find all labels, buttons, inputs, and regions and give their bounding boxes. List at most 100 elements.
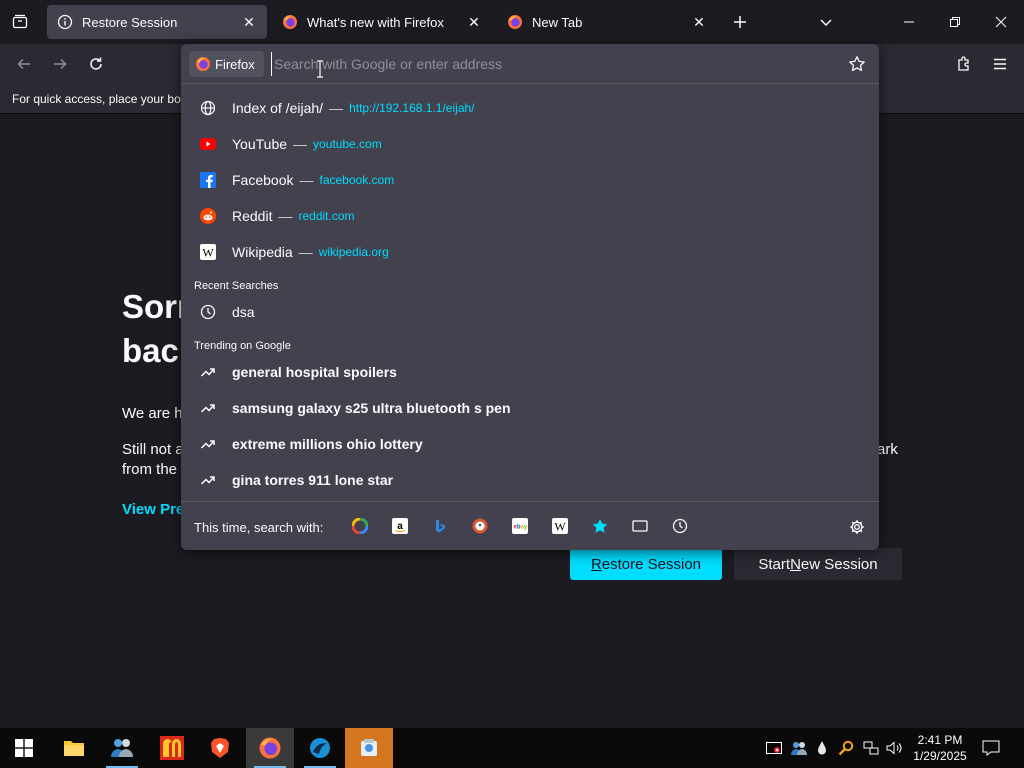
- network-icon: [863, 741, 879, 755]
- result-title: dsa: [232, 304, 255, 320]
- trending-item[interactable]: extreme millions ohio lottery: [181, 428, 879, 460]
- close-window-button[interactable]: [978, 0, 1024, 44]
- arrow-left-icon: [17, 58, 30, 70]
- close-icon[interactable]: ✕: [691, 14, 707, 30]
- recent-search-item[interactable]: dsa: [181, 296, 879, 328]
- restore-button[interactable]: [932, 0, 978, 44]
- firefox-icon: [282, 14, 298, 30]
- star-icon: [849, 56, 865, 72]
- urlbar-result[interactable]: Index of /eijah/ — http://192.168.1.1/ei…: [181, 92, 879, 124]
- result-url: youtube.com: [313, 137, 382, 151]
- search-engine-bing[interactable]: [430, 516, 450, 536]
- urlbar-result[interactable]: YouTube — youtube.com: [181, 128, 879, 160]
- identity-box[interactable]: Firefox: [189, 51, 264, 77]
- restore-session-button[interactable]: Restore Session: [570, 548, 722, 580]
- wikipedia-icon: W: [200, 244, 216, 260]
- search-settings-button[interactable]: [847, 517, 867, 537]
- result-title: gina torres 911 lone star: [232, 472, 394, 488]
- tab-title: New Tab: [532, 14, 583, 30]
- menu-button[interactable]: [987, 52, 1013, 76]
- start-button[interactable]: [0, 728, 48, 768]
- search-engine-wikipedia[interactable]: W: [550, 516, 570, 536]
- urlbar-result[interactable]: W Wikipedia — wikipedia.org: [181, 236, 879, 268]
- action-center-button[interactable]: [978, 736, 1004, 760]
- app-icon: [361, 739, 377, 756]
- folder-icon: [64, 741, 84, 756]
- taskbar-mcdonalds[interactable]: [148, 728, 196, 768]
- view-previous-link[interactable]: View Pre: [122, 501, 184, 518]
- trending-label: Trending on Google: [194, 340, 291, 352]
- youtube-icon: [200, 136, 216, 152]
- address-input[interactable]: [271, 52, 831, 76]
- taskbar-file-explorer[interactable]: [50, 728, 98, 768]
- back-button[interactable]: [11, 52, 37, 76]
- result-title: Index of /eijah/: [232, 100, 324, 116]
- search-engine-amazon[interactable]: a: [390, 516, 410, 536]
- forward-button[interactable]: [47, 52, 73, 76]
- svg-text:W: W: [554, 520, 566, 534]
- start-new-session-button[interactable]: Start New Session: [734, 548, 902, 580]
- plus-icon: [734, 16, 746, 28]
- text-cursor-icon: [317, 60, 323, 78]
- tray-drop-icon[interactable]: [813, 728, 831, 768]
- reload-button[interactable]: [83, 52, 109, 76]
- svg-text:ebay: ebay: [514, 525, 528, 531]
- tray-volume-icon[interactable]: [884, 728, 906, 768]
- search-engine-ebay[interactable]: ebay: [510, 516, 530, 536]
- people-icon: [791, 742, 807, 755]
- gear-icon: [850, 520, 864, 534]
- search-history-button[interactable]: [670, 516, 690, 536]
- urlbar-result[interactable]: Facebook — facebook.com: [181, 164, 879, 196]
- close-icon[interactable]: ✕: [241, 14, 257, 30]
- result-title: Wikipedia: [232, 244, 293, 260]
- mcdonalds-icon: [160, 736, 184, 760]
- one-off-label: This time, search with:: [194, 520, 324, 535]
- taskbar-app-blue[interactable]: [296, 728, 344, 768]
- result-url: wikipedia.org: [318, 245, 389, 259]
- urlbar-result[interactable]: Reddit — reddit.com: [181, 200, 879, 232]
- extensions-button[interactable]: [951, 52, 977, 76]
- tab-restore-session[interactable]: Restore Session ✕: [47, 5, 267, 39]
- trending-item[interactable]: general hospital spoilers: [181, 356, 879, 388]
- page-paragraph: We are h: [122, 405, 183, 422]
- taskbar-clock[interactable]: 2:41 PM 1/29/2025: [908, 732, 972, 764]
- search-engine-google[interactable]: [350, 516, 370, 536]
- tray-search-icon[interactable]: [836, 728, 856, 768]
- paragraph-text: Still not a: [122, 441, 184, 458]
- access-key: R: [590, 555, 602, 573]
- taskbar-app-people[interactable]: [98, 728, 146, 768]
- minimize-button[interactable]: [886, 0, 932, 44]
- tray-network-icon[interactable]: [860, 728, 882, 768]
- tray-security-icon[interactable]: [764, 728, 784, 768]
- chevron-down-icon: [820, 19, 832, 27]
- search-bookmarks-button[interactable]: [590, 516, 610, 536]
- close-icon: [995, 16, 1007, 28]
- trending-item[interactable]: gina torres 911 lone star: [181, 464, 879, 496]
- search-tabs-button[interactable]: [630, 516, 650, 536]
- paragraph-text: from the: [122, 461, 178, 478]
- firefox-view-button[interactable]: [6, 10, 34, 34]
- tab-new-tab[interactable]: New Tab ✕: [497, 5, 717, 39]
- trending-item[interactable]: samsung galaxy s25 ultra bluetooth s pen: [181, 392, 879, 424]
- new-tab-button[interactable]: [728, 10, 752, 34]
- search-engine-duckduckgo[interactable]: [470, 516, 490, 536]
- taskbar-firefox[interactable]: [246, 728, 294, 768]
- paragraph-text: ark: [877, 441, 898, 458]
- svg-text:W: W: [202, 246, 214, 260]
- identity-label: Firefox: [215, 56, 255, 72]
- tray-people-icon[interactable]: [788, 728, 810, 768]
- windows-taskbar: 2:41 PM 1/29/2025: [0, 728, 1024, 768]
- tab-whats-new[interactable]: What's new with Firefox ✕: [272, 5, 492, 39]
- taskbar-brave[interactable]: [196, 728, 244, 768]
- tab-title: Restore Session: [82, 14, 178, 30]
- close-icon[interactable]: ✕: [466, 14, 482, 30]
- history-icon: [200, 304, 216, 320]
- result-title: YouTube: [232, 136, 288, 152]
- list-all-tabs-button[interactable]: [814, 10, 838, 34]
- bookmark-star-button[interactable]: [847, 54, 867, 74]
- result-url: facebook.com: [319, 173, 395, 187]
- taskbar-app-active[interactable]: [345, 728, 393, 768]
- button-label: Start: [758, 555, 791, 573]
- result-separator: —: [298, 244, 313, 260]
- result-separator: —: [293, 136, 308, 152]
